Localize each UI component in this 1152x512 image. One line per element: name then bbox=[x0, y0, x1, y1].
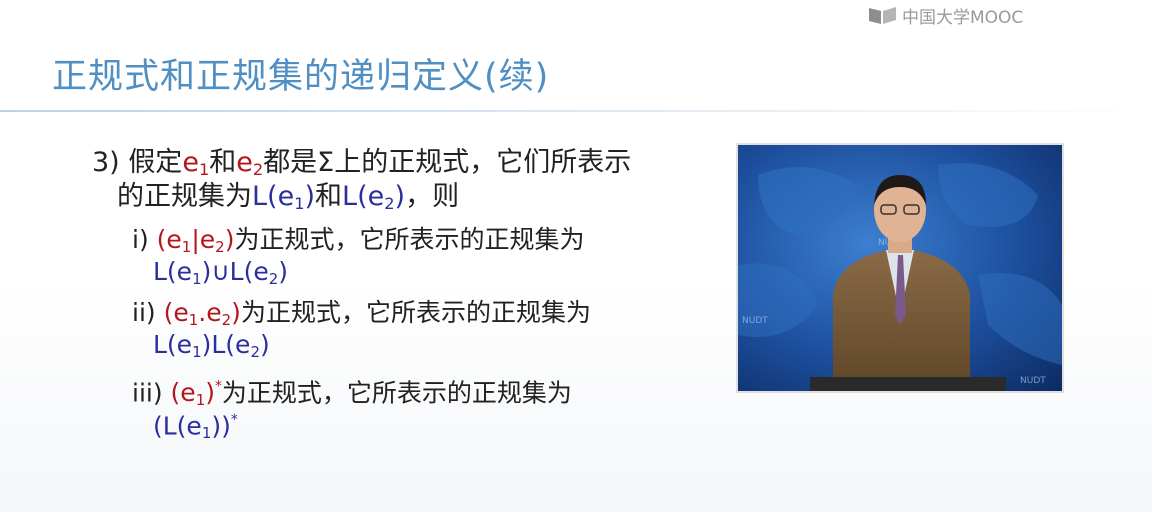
rule3-line2: 的正规集为L(e1)和L(e2)，则 bbox=[117, 179, 459, 222]
expr-e2: e2 bbox=[236, 147, 264, 180]
text: ，则 bbox=[405, 181, 460, 212]
slide-title: 正规式和正规集的递归定义(续) bbox=[52, 57, 550, 97]
set-L-e1: L(e1) bbox=[252, 181, 316, 214]
video-watermark: NUDT bbox=[1020, 376, 1046, 386]
video-watermark: NUDT bbox=[742, 316, 768, 326]
book-icon bbox=[869, 7, 896, 24]
map-continent bbox=[938, 163, 1038, 227]
item-ii-set: L(e1)L(e2) bbox=[153, 330, 270, 361]
map-continent bbox=[978, 273, 1062, 365]
title-divider bbox=[0, 110, 1152, 112]
text: 假定 bbox=[128, 147, 183, 178]
text: 的正规集为 bbox=[117, 181, 252, 212]
brand-text: 中国大学MOOC bbox=[902, 7, 1024, 28]
item-number: i) bbox=[132, 225, 149, 254]
podium bbox=[810, 377, 1006, 391]
text: 都是Σ上的正规式，它们所表示 bbox=[263, 147, 632, 178]
expr-union: (e1|e2) bbox=[156, 225, 235, 256]
text: 为正规式，它所表示的正规集为 bbox=[221, 378, 572, 408]
map-continent bbox=[758, 167, 858, 235]
item-iii-set: (L(e1))* bbox=[153, 411, 238, 443]
lecturer-video: NUDT NUDT NUDT bbox=[736, 143, 1064, 393]
expr-e1: e1 bbox=[182, 147, 210, 180]
item-i-set: L(e1)∪L(e2) bbox=[153, 257, 289, 288]
text: 和 bbox=[315, 181, 343, 212]
text: 为正规式，它所表示的正规集为 bbox=[234, 225, 585, 254]
expr-concat: (e1.e2) bbox=[163, 298, 241, 329]
video-frame: NUDT NUDT NUDT bbox=[738, 163, 1062, 391]
set-L-e2: L(e2) bbox=[342, 181, 406, 214]
item-number: ii) bbox=[132, 298, 156, 327]
text: 和 bbox=[209, 147, 237, 178]
rule-number: 3) bbox=[92, 147, 120, 178]
mooc-logo: 中国大学MOOC bbox=[868, 4, 1024, 28]
text: 为正规式，它所表示的正规集为 bbox=[240, 298, 591, 327]
